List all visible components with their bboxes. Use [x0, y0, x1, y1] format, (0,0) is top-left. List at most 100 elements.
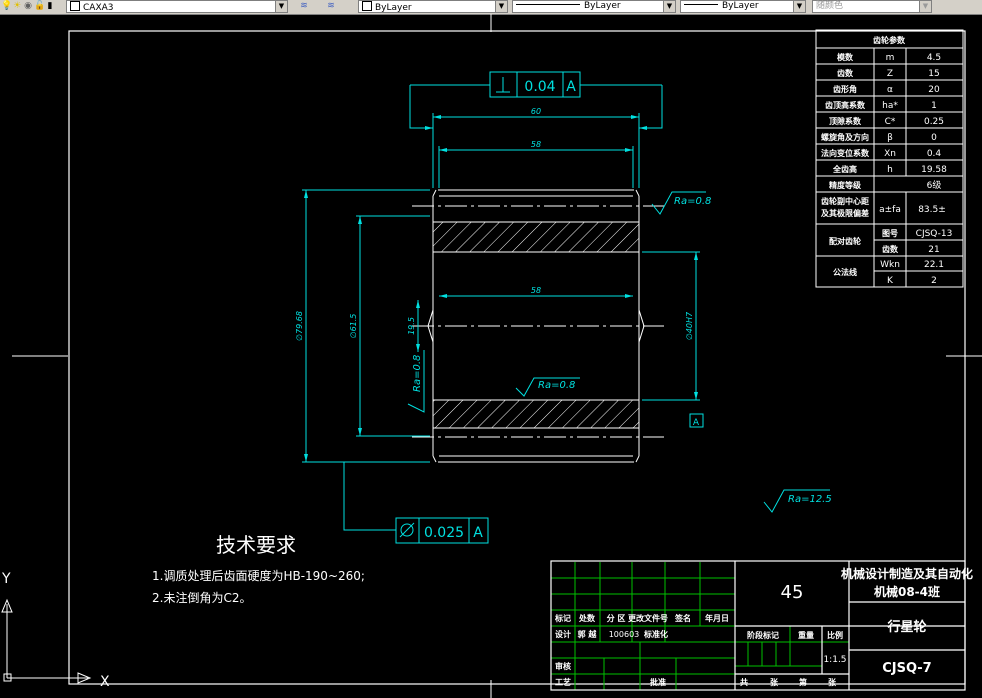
- ra-mid-label: Ra=0.8: [538, 380, 575, 391]
- layer-name: CAXA3: [83, 3, 114, 13]
- sheets-label: 张: [770, 678, 779, 687]
- param-sym: α: [887, 85, 893, 95]
- precision-name: 精度等级: [829, 180, 862, 190]
- header-zone: 分 区: [607, 613, 626, 623]
- standard-label: 标准化: [643, 629, 668, 639]
- chevron-down-icon[interactable]: ▼: [275, 1, 287, 12]
- mating-val-1: 21: [928, 245, 939, 255]
- params-title: 齿轮参数: [873, 35, 906, 45]
- param-val: 0.25: [924, 117, 944, 127]
- linetype-dropdown[interactable]: ByLayer ▼: [512, 0, 676, 13]
- header-mark: 标记: [554, 613, 571, 623]
- drawing-number: CJSQ-7: [882, 661, 931, 676]
- param-sym: C*: [885, 117, 896, 127]
- lineweight-dropdown[interactable]: ByLayer ▼: [680, 0, 806, 13]
- chevron-down-icon[interactable]: ▼: [663, 1, 675, 12]
- param-val: 0: [931, 133, 937, 143]
- tolerance-bottom-value: 0.025: [424, 525, 464, 541]
- freeze-sun-icon[interactable]: ☀: [12, 1, 22, 11]
- dim-small-label: 19.5: [407, 317, 416, 335]
- param-sym: m: [886, 53, 895, 63]
- nth-label: 第: [799, 677, 807, 687]
- tolerance-frame-bottom: 0.025 A: [395, 517, 489, 544]
- runout-arrow-icon: [399, 522, 415, 538]
- common-sym-0: Wkn: [880, 260, 900, 270]
- hatch-top: [432, 221, 640, 253]
- header-date: 年月日: [705, 613, 729, 623]
- school-line-2: 机械08-4班: [874, 584, 940, 599]
- layer-previous-icon[interactable]: ≋: [326, 1, 336, 11]
- viewport-freeze-icon[interactable]: ◉: [23, 1, 33, 11]
- stage-label: 阶段标记: [747, 630, 779, 640]
- dim-58-mid-label: 58: [531, 286, 541, 295]
- ra-top-label: Ra=0.8: [674, 196, 711, 207]
- linetype-sample: [516, 4, 580, 5]
- tolerance-top-datum: A: [566, 79, 576, 95]
- design-label: 设计: [555, 629, 571, 639]
- header-sign: 签名: [674, 613, 691, 623]
- layer-color-swatch: [70, 1, 80, 11]
- param-val: 19.58: [921, 165, 947, 175]
- layer-on-icon[interactable]: 💡: [1, 1, 12, 11]
- header-count: 处数: [578, 613, 596, 623]
- chevron-down-icon[interactable]: ▼: [919, 1, 931, 12]
- center-value: 83.5±: [918, 205, 946, 215]
- datum-a-label: A: [693, 418, 700, 428]
- param-name: 齿顶高系数: [825, 100, 866, 110]
- title-block: 45 机械设计制造及其自动化 机械08-4班 行星轮 CJSQ-7 1:1.5 …: [550, 560, 973, 691]
- weight-label: 重量: [798, 630, 814, 640]
- lineweight-sample: [684, 4, 718, 5]
- dim-60-label: 60: [531, 107, 541, 116]
- drawing-canvas[interactable]: Y X 60 58 58 ∅79.68 ∅61.5 19.5 ∅40H7 Ra=…: [0, 14, 982, 698]
- tech-title: 技术要求: [216, 533, 296, 557]
- center-name-1: 齿轮副中心距: [821, 196, 869, 206]
- properties-toolbar: 💡 ☀ ◉ 🔓 ▮ CAXA3 ▼ ≋ ≋ ByLayer ▼ ByLayer …: [0, 0, 982, 15]
- gear-parameter-table: 齿轮参数 模数 m 4.5齿数 Z 15齿形角 α 20齿顶高系数 ha* 1顶隙系数 C* 0.2…: [815, 29, 964, 288]
- param-name: 法向变位系数: [821, 148, 870, 158]
- param-sym: β: [887, 133, 893, 143]
- common-val-0: 22.1: [924, 260, 944, 270]
- plotstyle-dropdown[interactable]: 随颜色 ▼: [812, 0, 932, 13]
- tolerance-top-value: 0.04: [524, 79, 555, 95]
- param-sym: Xn: [884, 149, 896, 159]
- layer-dropdown[interactable]: CAXA3 ▼: [66, 0, 288, 13]
- part-name: 行星轮: [886, 619, 926, 635]
- lock-icon[interactable]: 🔓: [34, 1, 45, 11]
- dimension-lines: [302, 84, 830, 531]
- param-name: 齿数: [837, 68, 854, 78]
- make-current-layer-icon[interactable]: ≋: [299, 1, 309, 11]
- dim-58-top-label: 58: [531, 140, 541, 149]
- technical-requirements: 技术要求 1.调质处理后齿面硬度为HB-190~260; 2.未注倒角为C2。: [152, 533, 365, 605]
- color-value: ByLayer: [375, 3, 412, 13]
- design-date: 100603: [609, 630, 640, 639]
- tolerance-bottom-datum: A: [473, 525, 483, 541]
- material-value: 45: [781, 582, 804, 603]
- color-swatch: [362, 1, 372, 11]
- tech-line-1: 1.调质处理后齿面硬度为HB-190~260;: [152, 568, 365, 583]
- param-val: 4.5: [927, 53, 941, 63]
- param-sym: h: [887, 165, 893, 175]
- param-name: 齿形角: [833, 84, 857, 94]
- mating-name: 配对齿轮: [829, 236, 861, 246]
- ra-general-label: Ra=12.5: [788, 494, 832, 505]
- param-name: 顶隙系数: [829, 116, 862, 126]
- designer-name: 郭 越: [578, 629, 598, 639]
- plotstyle-value: 随颜色: [816, 1, 844, 11]
- chevron-down-icon[interactable]: ▼: [793, 1, 805, 12]
- scale-label: 比例: [827, 630, 843, 640]
- param-sym: Z: [887, 69, 893, 79]
- review-label: 审核: [555, 661, 571, 671]
- plot-icon[interactable]: ▮: [45, 1, 55, 11]
- common-sym-1: K: [887, 276, 894, 286]
- mating-sym-0: 图号: [882, 229, 898, 238]
- tolerance-frame-top: 0.04 A: [489, 71, 581, 98]
- gear-section-view: [412, 189, 664, 463]
- total-label: 共: [740, 677, 748, 687]
- color-dropdown[interactable]: ByLayer ▼: [358, 0, 508, 13]
- header-doc: 更改文件号: [628, 613, 668, 623]
- chevron-down-icon[interactable]: ▼: [495, 1, 507, 12]
- ucs-y-label: Y: [1, 571, 11, 587]
- param-sym: ha*: [882, 101, 898, 111]
- param-name: 模数: [837, 52, 854, 62]
- precision-value: 6级: [927, 179, 942, 191]
